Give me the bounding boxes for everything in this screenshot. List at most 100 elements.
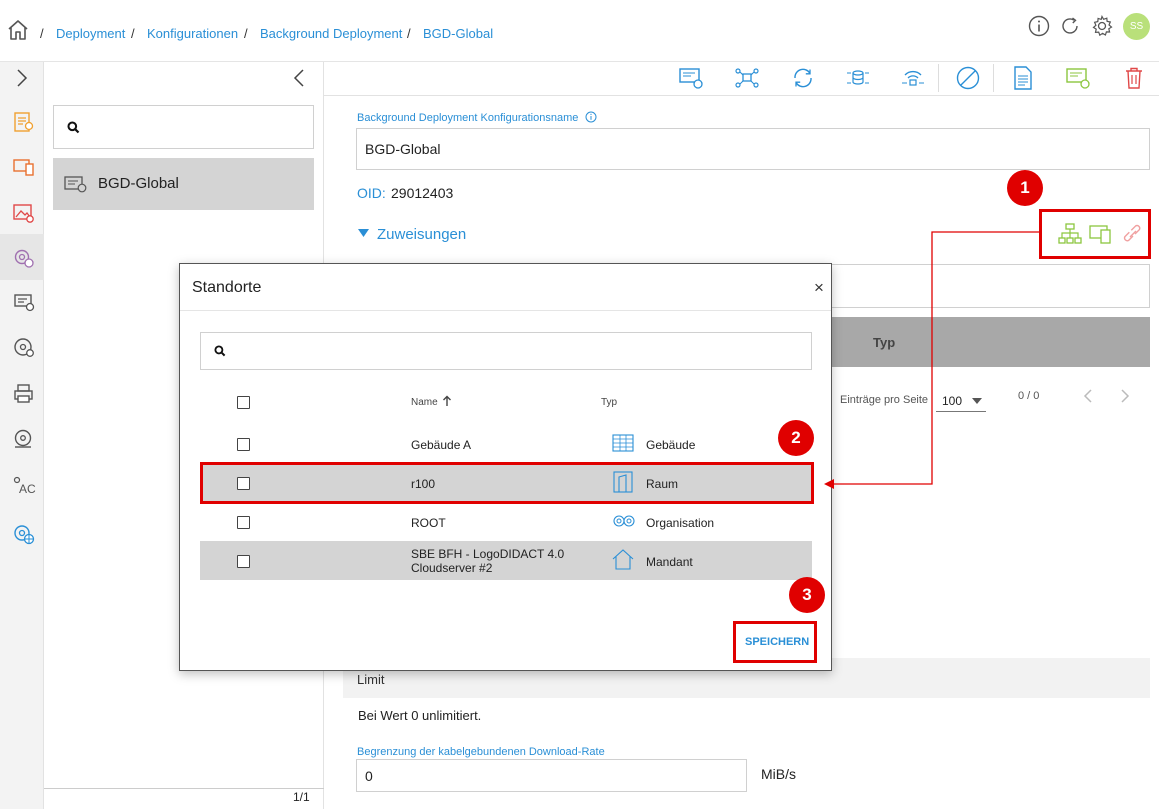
breadcrumb-item-konfigurationen[interactable]: Konfigurationen [147,26,238,41]
entries-per-page-value: 100 [942,394,963,408]
annotation-badge-3: 3 [789,577,825,613]
wireless-icon[interactable] [900,65,926,91]
image-icon[interactable] [12,201,36,225]
info-icon[interactable] [1028,15,1050,37]
disable-icon[interactable] [955,65,981,91]
organization-icon [613,513,635,529]
toolbar-separator [993,64,994,92]
assignments-search-input[interactable] [818,264,1150,308]
deployment-gear-icon[interactable] [12,246,36,270]
row-name: ROOT [411,516,446,530]
breadcrumb-separator: / [40,26,44,41]
row-type: Gebäude [646,438,696,452]
entries-per-page-select[interactable]: 100 [936,388,986,412]
drive-icon[interactable] [12,428,36,452]
unlimited-note: Bei Wert 0 unlimitiert. [358,708,482,723]
breadcrumb-separator: / [131,26,135,41]
download-rate-value: 0 [365,767,373,784]
column-header-type: Typ [873,335,896,350]
assignments-toggle[interactable]: Zuweisungen [377,226,466,243]
name-input-value: BGD-Global [365,141,441,157]
sync-icon[interactable] [790,65,816,91]
caret-down-icon[interactable] [358,229,369,238]
row-type: Organisation [646,516,715,530]
dialog-header-divider [180,310,831,311]
report-icon[interactable] [12,110,36,134]
download-rate-input[interactable]: 0 [356,759,747,792]
prev-page-icon[interactable] [1083,389,1093,403]
disc-icon[interactable] [12,336,36,360]
toolbar-divider [324,95,1159,96]
avatar[interactable]: SS [1123,13,1150,40]
list-footer-divider [44,788,324,789]
highlight-box-selected-row [200,462,814,504]
left-nav: AC [0,62,44,809]
row-name: SBE BFH - LogoDIDACT 4.0 [411,547,565,561]
row-name: Gebäude A [411,438,472,452]
list-item-bgd-global[interactable]: BGD-Global [53,158,314,210]
list-item-label: BGD-Global [98,175,179,192]
search-icon [214,345,226,357]
document-icon[interactable] [1010,65,1036,91]
column-header-type[interactable]: Typ [601,397,617,408]
highlight-box-save-button [733,621,817,663]
breadcrumb-separator: / [407,26,411,41]
ac-icon[interactable]: AC [12,474,36,498]
caret-down-icon [972,398,982,404]
table-row[interactable]: Gebäude A Gebäude [200,424,812,463]
network-settings-icon[interactable] [12,522,36,546]
network-nodes-icon[interactable] [734,65,760,91]
next-page-icon[interactable] [1120,389,1130,403]
table-row[interactable]: ROOT Organisation [200,502,812,541]
breadcrumb-separator: / [244,26,248,41]
download-rate-label: Begrenzung der kabelgebundenen Download-… [357,746,605,758]
select-all-checkbox[interactable] [237,396,250,409]
collapse-chevron-icon[interactable] [292,68,306,88]
search-icon [67,121,80,134]
breadcrumb-item-deployment[interactable]: Deployment [56,26,125,41]
sort-arrow-up-icon[interactable] [442,395,452,407]
building-icon [612,433,634,453]
home-icon[interactable] [6,18,30,42]
close-icon[interactable]: × [814,278,824,298]
database-network-icon[interactable] [845,65,871,91]
page-count: 0 / 0 [1018,390,1040,402]
refresh-icon[interactable] [1059,15,1081,37]
name-input[interactable]: BGD-Global [356,128,1150,170]
row-type: Mandant [646,555,693,569]
assignments-table-header: Typ [818,317,1150,367]
row-checkbox[interactable] [237,555,250,568]
limit-header: Limit [357,672,385,687]
toolbar-separator [938,64,939,92]
devices-icon[interactable] [12,155,36,179]
breadcrumb-item-background-deployment[interactable]: Background Deployment [260,26,402,41]
dialog-search-input[interactable] [200,332,812,370]
column-header-name[interactable]: Name [411,397,438,408]
gear-icon[interactable] [1091,15,1113,37]
row-checkbox[interactable] [237,516,250,529]
oid-value: 29012403 [391,185,454,201]
list-pager: 1/1 [293,790,310,804]
info-small-icon[interactable] [585,111,597,123]
background-deployment-icon[interactable] [12,290,36,314]
row-name-second-line: Cloudserver #2 [411,561,493,575]
svg-text:AC: AC [19,482,36,496]
dialog-title: Standorte [192,279,262,296]
annotation-badge-2: 2 [778,420,814,456]
tenant-home-icon [612,548,634,570]
entries-per-page-label: Einträge pro Seite [840,394,929,406]
breadcrumb-item-bgd-global[interactable]: BGD-Global [423,26,493,41]
expand-chevron-icon[interactable] [14,68,30,88]
download-rate-unit: MiB/s [761,766,796,782]
trash-icon[interactable] [1121,65,1147,91]
deploy-add-icon[interactable] [1065,65,1091,91]
deploy-screen-icon[interactable] [678,65,704,91]
annotation-badge-1: 1 [1007,170,1043,206]
printer-icon[interactable] [12,382,36,406]
background-deployment-icon [64,174,88,194]
top-bar: / Deployment / Konfigurationen / Backgro… [0,0,1159,62]
name-field-label: Background Deployment Konfigurationsname [357,112,579,124]
list-search-input[interactable] [53,105,314,149]
table-row[interactable]: SBE BFH - LogoDIDACT 4.0 Cloudserver #2 … [200,541,812,580]
row-checkbox[interactable] [237,438,250,451]
